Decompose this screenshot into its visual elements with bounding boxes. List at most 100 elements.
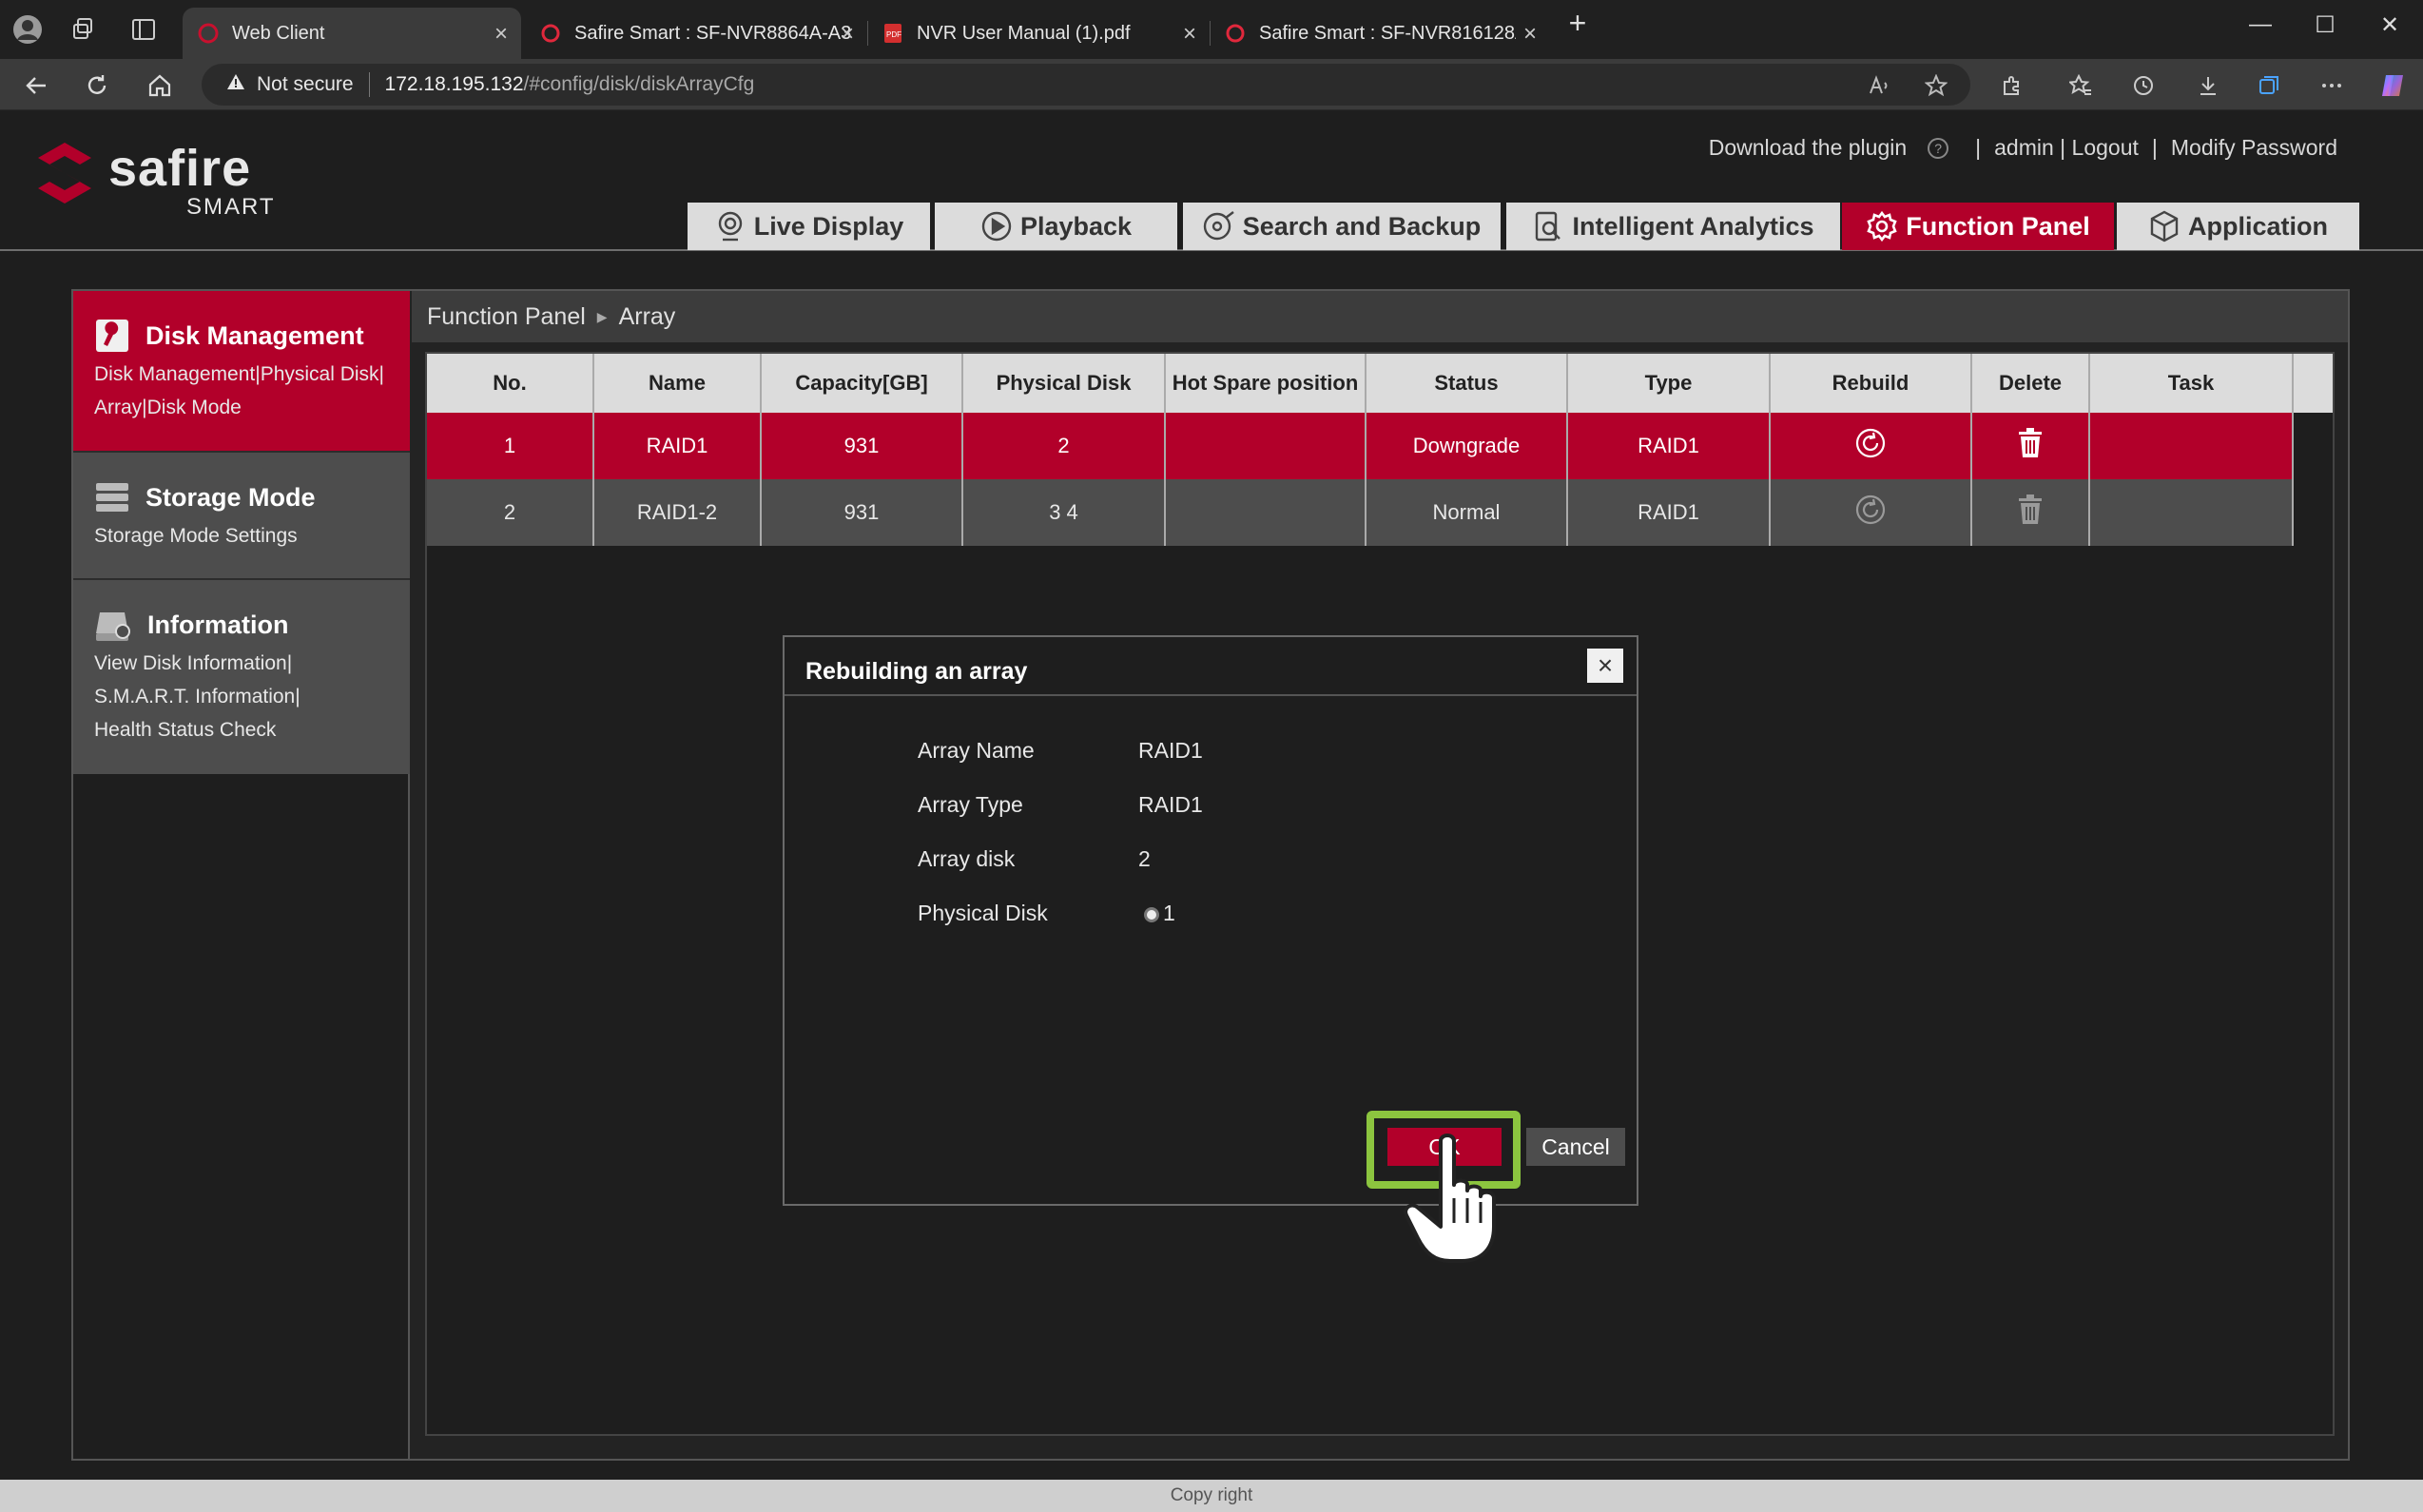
sidebar-heading[interactable]: Storage Mode bbox=[94, 479, 316, 515]
col-physical-disk: Physical Disk bbox=[962, 354, 1166, 413]
admin-logout-link[interactable]: admin | Logout bbox=[1994, 135, 2139, 161]
logo-subtitle: SMART bbox=[186, 194, 276, 220]
col-delete: Delete bbox=[1971, 354, 2090, 413]
cell-hot-spare bbox=[1165, 413, 1367, 479]
col-capacity: Capacity[GB] bbox=[761, 354, 963, 413]
sidebar-heading[interactable]: Information bbox=[94, 607, 289, 643]
nav-live-display[interactable]: Live Display bbox=[688, 203, 930, 250]
copilot-icon[interactable] bbox=[2374, 67, 2412, 105]
copyright-text: Copy right bbox=[1170, 1485, 1253, 1505]
security-status[interactable]: Not secure bbox=[257, 73, 354, 96]
nav-playback[interactable]: Playback bbox=[935, 203, 1177, 250]
favorites-icon[interactable] bbox=[2062, 67, 2100, 105]
refresh-icon[interactable] bbox=[78, 67, 116, 105]
sidebar-link-disk-management[interactable]: Disk Management|Physical Disk| bbox=[94, 358, 398, 391]
read-aloud-icon[interactable] bbox=[1860, 67, 1898, 105]
workspaces-icon[interactable] bbox=[65, 10, 105, 49]
minimize-button[interactable]: — bbox=[2237, 11, 2284, 38]
sidebar-link-smart-info[interactable]: S.M.A.R.T. Information| bbox=[94, 680, 398, 713]
col-hot-spare: Hot Spare position bbox=[1165, 354, 1367, 413]
home-icon[interactable] bbox=[141, 67, 179, 105]
tab-close-icon[interactable]: × bbox=[1523, 21, 1537, 48]
new-tab-button[interactable]: + bbox=[1554, 6, 1601, 41]
breadcrumb-root[interactable]: Function Panel bbox=[427, 303, 586, 331]
tab-safire-8864[interactable]: Safire Smart : SF-NVR8864A-A3 × bbox=[525, 8, 868, 59]
cell-capacity: 931 bbox=[761, 413, 963, 479]
tab-title: NVR User Manual (1).pdf bbox=[917, 22, 1131, 44]
cancel-button[interactable]: Cancel bbox=[1526, 1128, 1625, 1166]
profile-icon[interactable] bbox=[8, 10, 48, 49]
rebuild-icon[interactable] bbox=[1854, 427, 1887, 459]
trash-icon[interactable] bbox=[2017, 494, 2044, 525]
sidebar-links: Disk Management|Physical Disk| Array|Dis… bbox=[94, 358, 398, 424]
sidebar-section-disk-management[interactable]: Disk Management Disk Management|Physical… bbox=[73, 291, 410, 451]
rebuild-icon[interactable] bbox=[1854, 494, 1887, 526]
array-table: No. Name Capacity[GB] Physical Disk Hot … bbox=[427, 354, 2333, 546]
search-backup-icon bbox=[1203, 211, 1234, 241]
trash-icon[interactable] bbox=[2017, 428, 2044, 458]
cell-task bbox=[2089, 479, 2294, 546]
cell-status: Downgrade bbox=[1366, 413, 1568, 479]
sidebar-link-array[interactable]: Array|Disk Mode bbox=[94, 391, 398, 424]
table-row[interactable]: 2 RAID1-2 931 3 4 Normal RAID1 bbox=[427, 479, 2333, 546]
downloads-icon[interactable] bbox=[2189, 67, 2227, 105]
tab-web-client[interactable]: Web Client × bbox=[183, 8, 521, 59]
cell-physical-disk: 3 4 bbox=[962, 479, 1166, 546]
window-close-button[interactable]: ✕ bbox=[2366, 11, 2413, 39]
more-menu-icon[interactable] bbox=[2313, 67, 2351, 105]
history-icon[interactable] bbox=[2124, 67, 2162, 105]
logo-wordmark: safire bbox=[108, 140, 252, 197]
back-icon[interactable] bbox=[17, 67, 55, 105]
dialog-close-button[interactable]: × bbox=[1587, 649, 1623, 683]
nav-search-backup[interactable]: Search and Backup bbox=[1183, 203, 1501, 250]
row-spacer bbox=[2293, 413, 2333, 479]
warning-icon[interactable] bbox=[226, 73, 245, 96]
address-bar[interactable]: Not secure 172.18.195.132/#config/disk/d… bbox=[202, 64, 1970, 106]
rebuild-array-dialog: Rebuilding an array × Array Name RAID1 A… bbox=[783, 635, 1638, 1263]
tab-close-icon[interactable]: × bbox=[841, 21, 854, 48]
nav-intelligent-analytics[interactable]: Intelligent Analytics bbox=[1506, 203, 1840, 250]
cell-capacity: 931 bbox=[761, 479, 963, 546]
sidebar-heading[interactable]: Disk Management bbox=[94, 318, 364, 354]
tab-safire-816128[interactable]: Safire Smart : SF-NVR816128A-A3 × bbox=[1210, 8, 1550, 59]
radio-button-icon[interactable] bbox=[1144, 906, 1159, 922]
pdf-icon: PDF bbox=[882, 23, 903, 44]
url-host: 172.18.195.132 bbox=[384, 73, 524, 95]
sidebar-section-storage-mode[interactable]: Storage Mode Storage Mode Settings bbox=[73, 451, 410, 578]
physical-disk-radio[interactable]: 1 bbox=[1144, 901, 1175, 926]
sidebar-link-health-check[interactable]: Health Status Check bbox=[94, 713, 398, 746]
nav-function-panel[interactable]: Function Panel bbox=[1842, 203, 2114, 250]
disk-info-icon bbox=[96, 612, 130, 641]
safire-logo: safire SMART bbox=[32, 126, 289, 221]
analytics-icon bbox=[1536, 211, 1561, 242]
sidebar-section-information[interactable]: Information View Disk Information| S.M.A… bbox=[73, 578, 410, 774]
cell-delete bbox=[1971, 413, 2090, 479]
maximize-button[interactable]: ☐ bbox=[2301, 11, 2349, 39]
vertical-tabs-icon[interactable] bbox=[124, 10, 164, 49]
cell-name: RAID1-2 bbox=[593, 479, 762, 546]
nav-label: Live Display bbox=[753, 211, 904, 241]
cell-delete bbox=[1971, 479, 2090, 546]
disk-tool-icon bbox=[96, 320, 128, 352]
help-icon[interactable]: ? bbox=[1928, 137, 1949, 159]
sidebar-link-view-disk-info[interactable]: View Disk Information| bbox=[94, 647, 398, 680]
dialog-divider bbox=[785, 694, 1637, 696]
col-no: No. bbox=[427, 354, 594, 413]
table-row[interactable]: 1 RAID1 931 2 Downgrade RAID1 bbox=[427, 413, 2333, 479]
link-separator: | bbox=[2151, 135, 2158, 160]
webcam-icon bbox=[718, 211, 742, 242]
tab-close-icon[interactable]: × bbox=[494, 21, 508, 48]
sidebar-link-storage-mode-settings[interactable]: Storage Mode Settings bbox=[94, 519, 398, 552]
field-label-array-disk: Array disk bbox=[918, 846, 1016, 871]
download-plugin-link[interactable]: Download the plugin bbox=[1709, 135, 1907, 161]
tab-close-icon[interactable]: × bbox=[1183, 21, 1196, 48]
web-client-app: safire SMART Download the plugin ? | adm… bbox=[0, 110, 2423, 1512]
field-label-physical-disk: Physical Disk bbox=[918, 901, 1048, 925]
cell-rebuild bbox=[1770, 479, 1972, 546]
tab-nvr-manual[interactable]: PDF NVR User Manual (1).pdf × bbox=[867, 8, 1211, 59]
modify-password-link[interactable]: Modify Password bbox=[2171, 135, 2337, 161]
extensions-icon[interactable] bbox=[1993, 67, 2031, 105]
nav-application[interactable]: Application bbox=[2117, 203, 2359, 250]
collections-icon[interactable] bbox=[2250, 67, 2288, 105]
favorite-star-icon[interactable] bbox=[1917, 67, 1955, 105]
